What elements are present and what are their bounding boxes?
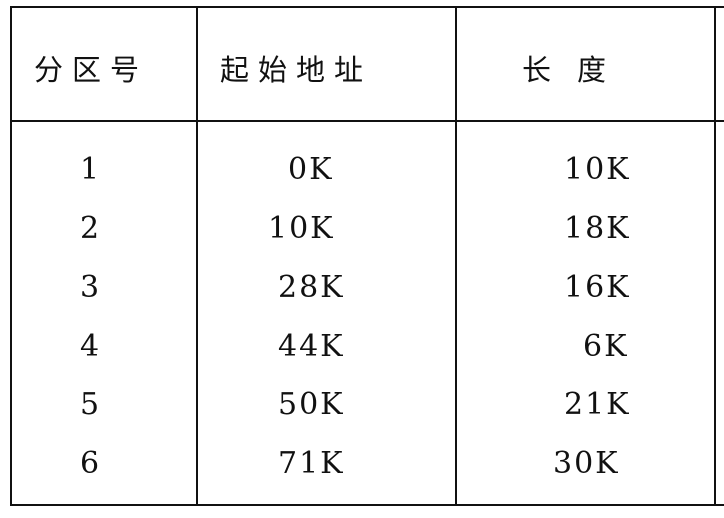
table-bottom-border bbox=[10, 504, 724, 506]
header-divider bbox=[10, 120, 724, 122]
table-top-border bbox=[10, 6, 724, 8]
table-left-border bbox=[10, 6, 12, 506]
row-5-length: 21K bbox=[564, 387, 631, 422]
row-4-start: 44K bbox=[278, 329, 345, 364]
partition-table: 分区号 起始地址 长度 1 0K 10K 2 10K 18K 3 28K 16K… bbox=[0, 0, 724, 518]
row-3-partition: 3 bbox=[80, 270, 102, 305]
row-5-start: 50K bbox=[278, 387, 345, 422]
row-2-partition: 2 bbox=[80, 211, 102, 246]
row-3-start: 28K bbox=[278, 270, 345, 305]
row-2-start: 10K bbox=[268, 211, 335, 246]
row-2-length: 18K bbox=[564, 211, 631, 246]
column-divider-2 bbox=[455, 6, 457, 506]
row-6-start: 71K bbox=[278, 446, 345, 481]
row-1-partition: 1 bbox=[80, 152, 102, 187]
column-divider-1 bbox=[196, 6, 198, 506]
header-length: 长度 bbox=[522, 53, 633, 87]
row-5-partition: 5 bbox=[80, 387, 102, 422]
row-6-partition: 6 bbox=[80, 446, 102, 481]
row-4-partition: 4 bbox=[80, 329, 102, 364]
row-3-length: 16K bbox=[564, 270, 631, 305]
column-divider-3 bbox=[714, 6, 716, 506]
header-partition-number: 分区号 bbox=[34, 53, 149, 87]
row-1-start: 0K bbox=[288, 152, 334, 187]
row-6-length: 30K bbox=[553, 446, 620, 481]
row-4-length: 6K bbox=[583, 329, 629, 364]
header-start-address: 起始地址 bbox=[220, 53, 373, 87]
row-1-length: 10K bbox=[564, 152, 631, 187]
